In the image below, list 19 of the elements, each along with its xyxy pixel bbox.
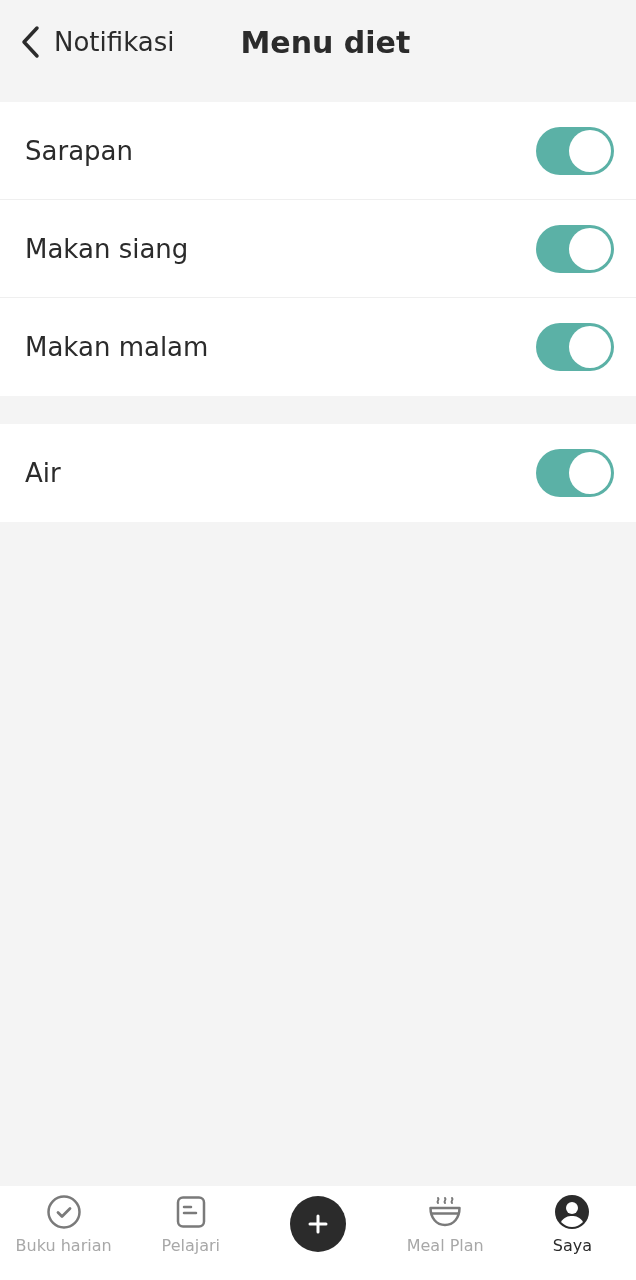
profile-icon	[554, 1194, 591, 1230]
check-circle-icon	[45, 1194, 82, 1230]
nav-tab[interactable]: Saya	[508, 1186, 636, 1255]
toggle-switch[interactable]	[536, 323, 614, 371]
back-button[interactable]: Notifikasi	[20, 25, 175, 59]
toggle-switch[interactable]	[536, 126, 614, 175]
setting-label: Makan malam	[25, 332, 209, 362]
setting-label: Makan siang	[25, 233, 189, 264]
add-button[interactable]	[290, 1196, 346, 1252]
plus-icon	[307, 1213, 329, 1235]
back-icon	[20, 25, 40, 59]
nav-tab[interactable]: Buku harian	[0, 1186, 128, 1255]
nav-tab[interactable]: Pelajari	[127, 1186, 255, 1255]
nav-tab[interactable]: Meal Plan	[381, 1186, 509, 1255]
toggle-switch[interactable]	[536, 224, 614, 273]
page-title: Menu diet	[240, 24, 411, 60]
setting-label: Air	[25, 458, 61, 488]
toggle-switch[interactable]	[536, 449, 614, 497]
setting-label: Sarapan	[25, 135, 133, 166]
